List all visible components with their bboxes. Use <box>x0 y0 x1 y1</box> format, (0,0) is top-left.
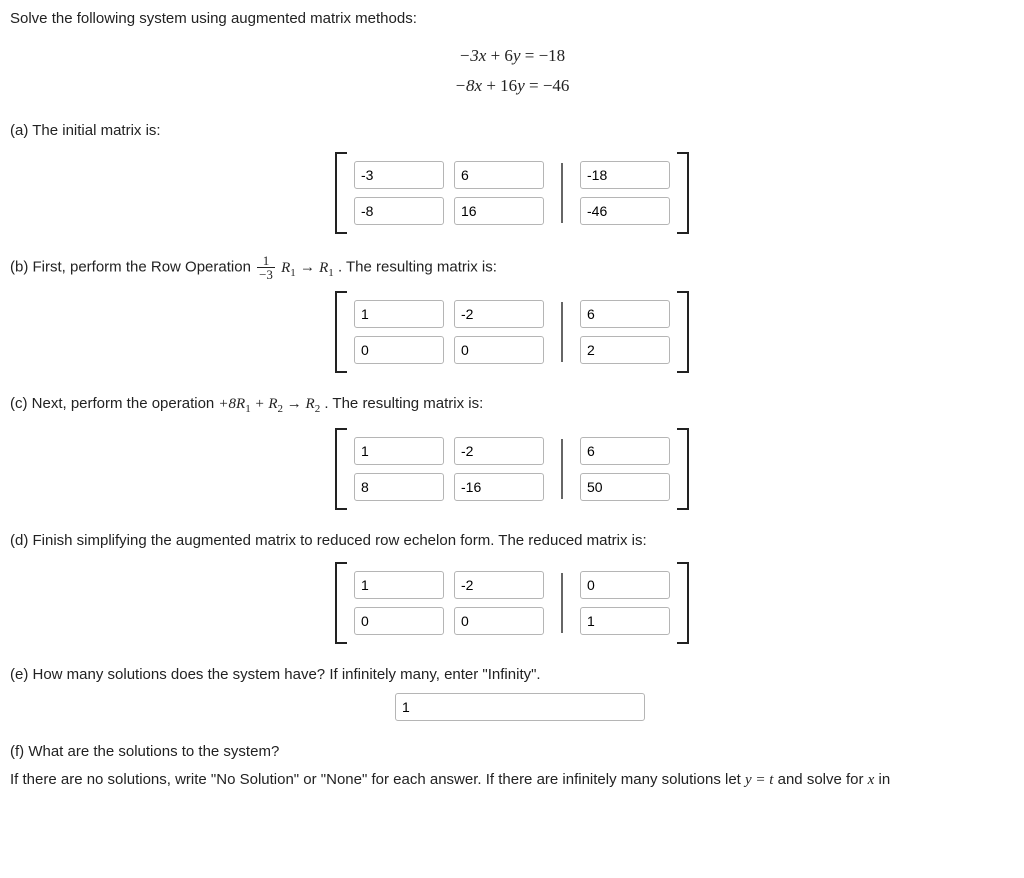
matrix-d-r1c1[interactable] <box>354 571 444 599</box>
matrix-d-r2c2[interactable] <box>454 607 544 635</box>
bracket-right-icon <box>677 562 689 644</box>
matrix-c-r2c1[interactable] <box>354 473 444 501</box>
part-d-label: (d) Finish simplifying the augmented mat… <box>10 530 1014 553</box>
matrix-b-r1c2[interactable] <box>454 300 544 328</box>
matrix-d <box>10 562 1014 644</box>
intro-text: Solve the following system using augment… <box>10 8 1014 31</box>
matrix-a-r2c1[interactable] <box>354 197 444 225</box>
matrix-a-r2c3[interactable] <box>580 197 670 225</box>
bracket-left-icon <box>335 152 347 234</box>
part-c-prefix: (c) Next, perform the operation <box>10 395 218 412</box>
matrix-c <box>10 428 1014 510</box>
part-b-suffix: . The resulting matrix is: <box>338 259 497 276</box>
part-c-op: +8R1 + R2 → R2 <box>218 396 320 412</box>
part-e-label: (e) How many solutions does the system h… <box>10 664 1014 687</box>
matrix-d-r2c1[interactable] <box>354 607 444 635</box>
matrix-b <box>10 291 1014 373</box>
matrix-c-r2c2[interactable] <box>454 473 544 501</box>
r1-source: R1 <box>281 260 296 276</box>
augment-bar-icon <box>561 439 563 499</box>
matrix-a-r1c2[interactable] <box>454 161 544 189</box>
augment-bar-icon <box>561 302 563 362</box>
part-a-label: (a) The initial matrix is: <box>10 120 1014 143</box>
r1-target: R1 <box>319 260 334 276</box>
fraction-icon: 1 −3 <box>257 254 275 281</box>
bracket-left-icon <box>335 291 347 373</box>
part-c-label: (c) Next, perform the operation +8R1 + R… <box>10 393 1014 418</box>
solutions-count-input[interactable] <box>395 693 645 721</box>
matrix-b-r2c2[interactable] <box>454 336 544 364</box>
bracket-right-icon <box>677 291 689 373</box>
matrix-b-r1c1[interactable] <box>354 300 444 328</box>
matrix-b-r2c1[interactable] <box>354 336 444 364</box>
matrix-d-r2c3[interactable] <box>580 607 670 635</box>
part-b-prefix: (b) First, perform the Row Operation <box>10 259 255 276</box>
equation-2: −8x + 16y = −46 <box>10 71 1014 102</box>
bracket-left-icon <box>335 562 347 644</box>
bracket-right-icon <box>677 152 689 234</box>
part-c-suffix: . The resulting matrix is: <box>324 395 483 412</box>
matrix-b-r2c3[interactable] <box>580 336 670 364</box>
matrix-d-r1c2[interactable] <box>454 571 544 599</box>
matrix-c-r1c1[interactable] <box>354 437 444 465</box>
matrix-c-r2c3[interactable] <box>580 473 670 501</box>
part-f-label: (f) What are the solutions to the system… <box>10 741 1014 764</box>
equation-block: −3x + 6y = −18 −8x + 16y = −46 <box>10 41 1014 102</box>
bracket-right-icon <box>677 428 689 510</box>
matrix-b-r1c3[interactable] <box>580 300 670 328</box>
part-b-label: (b) First, perform the Row Operation 1 −… <box>10 254 1014 281</box>
augment-bar-icon <box>561 163 563 223</box>
matrix-a-r1c3[interactable] <box>580 161 670 189</box>
matrix-d-r1c3[interactable] <box>580 571 670 599</box>
matrix-c-r1c3[interactable] <box>580 437 670 465</box>
matrix-a-r2c2[interactable] <box>454 197 544 225</box>
matrix-c-r1c2[interactable] <box>454 437 544 465</box>
matrix-a <box>10 152 1014 234</box>
bracket-left-icon <box>335 428 347 510</box>
equation-1: −3x + 6y = −18 <box>10 41 1014 72</box>
matrix-a-r1c1[interactable] <box>354 161 444 189</box>
part-f-hint: If there are no solutions, write "No Sol… <box>10 769 1014 792</box>
arrow-icon: → <box>300 259 319 276</box>
augment-bar-icon <box>561 573 563 633</box>
